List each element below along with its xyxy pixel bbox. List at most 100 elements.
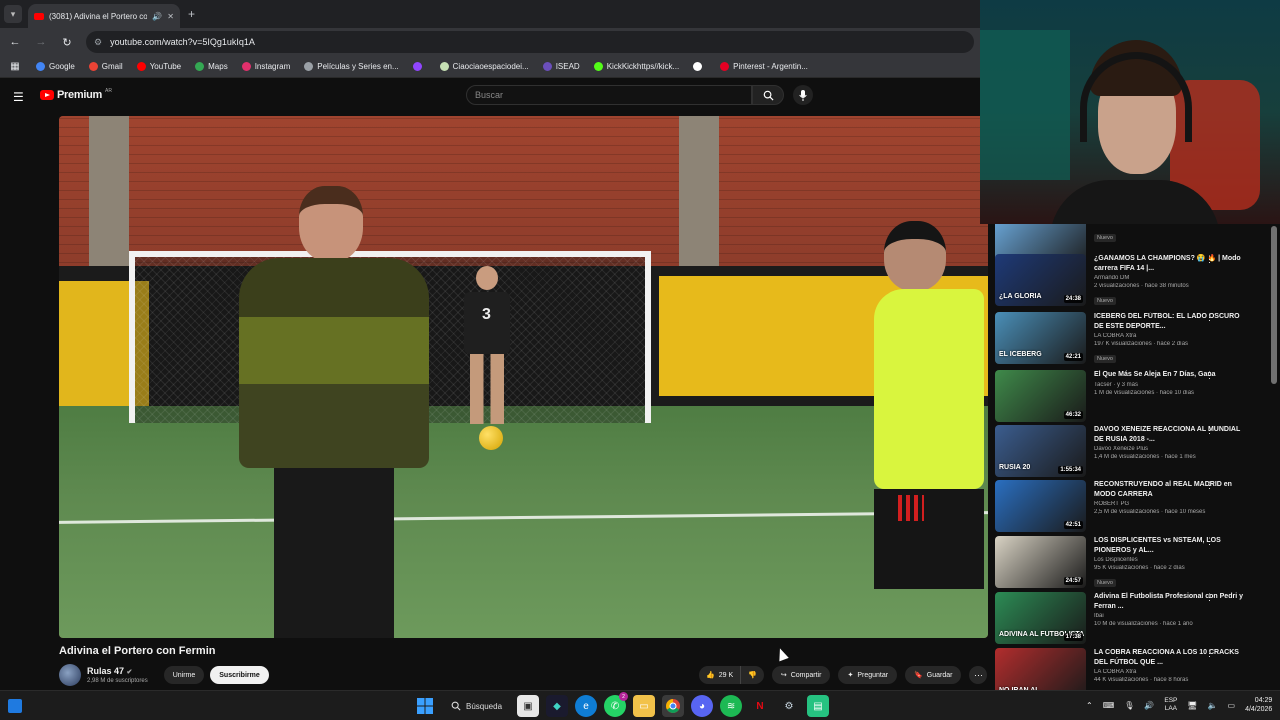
clock[interactable]: 04:29 4/4/2026 — [1245, 696, 1272, 714]
edge-browser-icon[interactable]: e — [575, 695, 598, 717]
bookmark-item[interactable]: Pinterest - Argentin... — [720, 62, 808, 71]
recommendation-title[interactable]: LA COBRA REACCIONA A LOS 10 CRACKS DEL F… — [1094, 648, 1244, 667]
new-tab-button[interactable]: + — [188, 7, 195, 21]
recommendation-item[interactable]: EL ICEBERG 42:21 ICEBERG DEL FÚTBOL: EL LA… — [995, 312, 1265, 364]
forward-arrow-icon[interactable]: → — [34, 36, 48, 48]
bookmark-item[interactable]: KickKickhttps//kick... — [593, 62, 679, 71]
recommendation-title[interactable]: DAVOO XENEIZE REACCIONA AL MUNDIAL DE RU… — [1094, 425, 1244, 444]
kebab-menu-icon[interactable]: ⋮ — [1205, 480, 1214, 491]
kebab-menu-icon[interactable]: ⋮ — [1205, 312, 1214, 323]
channel-avatar[interactable] — [59, 664, 81, 686]
speaker-icon[interactable]: 🔈 — [1208, 701, 1218, 710]
kebab-menu-icon[interactable]: ⋮ — [1205, 648, 1214, 659]
channel-name-row[interactable]: Rulas 47 ✔ — [87, 666, 148, 676]
sidebar-scrollbar[interactable] — [1271, 226, 1277, 686]
steam-icon[interactable]: ⚙ — [778, 695, 800, 717]
network-icon[interactable]: 🖥 — [1187, 701, 1197, 710]
recommendation-channel[interactable]: Ibai — [1094, 613, 1244, 619]
recommendation-title[interactable]: ¿GANAMOS LA CHAMPIONS? 😭 🔥 | Modo carrer… — [1094, 254, 1244, 273]
recommendation-thumbnail[interactable]: NO IRAN AL — [995, 648, 1086, 690]
kebab-menu-icon[interactable]: ⋮ — [1205, 425, 1214, 436]
chevron-up-icon[interactable]: ⌃ — [1086, 701, 1093, 710]
subscribe-button[interactable]: Suscribirme — [210, 666, 269, 684]
microphone-tray-icon[interactable]: 🎙 — [1124, 701, 1134, 710]
share-button[interactable]: ↪ Compartir — [771, 666, 831, 684]
like-button[interactable]: 👍 29 K — [699, 666, 742, 684]
recommendation-channel[interactable]: Tacser · y 3 más — [1094, 382, 1244, 388]
kebab-menu-icon[interactable]: ⋮ — [1205, 254, 1214, 265]
kebab-menu-icon[interactable]: ⋮ — [1205, 592, 1214, 603]
youtube-premium-logo[interactable]: Premium AR — [40, 88, 112, 101]
recommendation-title[interactable]: LOS DISPLICENTES vs NSTEAM, LOS PIONEROS… — [1094, 536, 1244, 555]
bookmark-item[interactable]: Películas y Series en... — [304, 62, 399, 71]
recommendation-thumbnail[interactable]: ADIVINA AL FUTBOLISTA 17:38 — [995, 592, 1086, 644]
recommendation-channel[interactable]: LA COBRA Xtra — [1094, 333, 1244, 339]
bookmark-item[interactable]: ISEAD — [542, 62, 580, 71]
recommendation-channel[interactable]: ROBERT PG — [1094, 501, 1244, 507]
url-input[interactable]: ⚙ youtube.com/watch?v=5IQg1ukIq1A — [86, 31, 974, 53]
file-explorer-icon[interactable]: ▭ — [633, 695, 656, 717]
whatsapp-icon[interactable]: ✆ 2 — [604, 692, 629, 717]
more-actions-icon[interactable]: ⋯ — [969, 666, 988, 684]
language-indicator[interactable]: ESP LAA — [1164, 697, 1177, 713]
recommendation-thumbnail[interactable]: 24:57 — [995, 536, 1086, 588]
recommendation-item[interactable]: 42:51 RECONSTRUYENDO al REAL MADRID en MO… — [995, 480, 1265, 532]
bookmark-item[interactable]: Ciaociaoespaciodei... — [439, 62, 529, 71]
terminal-app-icon[interactable]: ◆ — [546, 695, 569, 717]
tab-search-button[interactable]: ▾ — [4, 5, 22, 23]
search-input[interactable]: Buscar — [466, 85, 752, 105]
recommendation-item[interactable]: 24:57 LOS DISPLICENTES vs NSTEAM, LOS PIO… — [995, 536, 1265, 588]
reload-icon[interactable]: ↻ — [60, 36, 74, 49]
dislike-button[interactable]: 👎 — [741, 671, 764, 679]
bookmark-item[interactable]: Maps — [195, 62, 228, 71]
bookmark-item[interactable] — [693, 62, 706, 71]
battery-icon[interactable]: ▭ — [1228, 701, 1236, 710]
store-icon[interactable]: ▣ — [517, 695, 540, 717]
recommendation-title[interactable]: ICEBERG DEL FÚTBOL: EL LADO OSCURO DE ES… — [1094, 312, 1244, 331]
recommendation-channel[interactable]: Los Displicentes — [1094, 557, 1244, 563]
ask-button[interactable]: ✦ Preguntar — [838, 666, 898, 684]
bookmark-item[interactable]: YouTube — [136, 62, 181, 71]
recommendation-item[interactable]: ¿LA GLORIA 24:38 ¿GANAMOS LA CHAMPIONS? 😭 … — [995, 254, 1265, 306]
recommendation-item[interactable]: RUSIA 20 1:55:34 DAVOO XENEIZE REACCIONA A… — [995, 425, 1265, 477]
hamburger-menu-icon[interactable]: ☰ — [13, 90, 24, 104]
join-button[interactable]: Unirme — [163, 666, 205, 684]
bookmark-item[interactable]: Google — [36, 62, 75, 71]
close-tab-icon[interactable]: ✕ — [167, 12, 174, 21]
recommendation-thumbnail[interactable]: EL ICEBERG 42:21 — [995, 312, 1086, 364]
recommendation-thumbnail[interactable]: 42:51 — [995, 480, 1086, 532]
save-button[interactable]: 🔖 Guardar — [905, 666, 962, 684]
recommendation-title[interactable]: El Que Más Se Aleja En 7 Días, Gana — [1094, 370, 1244, 380]
bookmark-item[interactable] — [412, 62, 426, 71]
chrome-icon[interactable] — [662, 695, 685, 717]
recommendation-thumbnail[interactable]: 46:32 — [995, 370, 1086, 422]
search-button[interactable] — [752, 85, 784, 105]
spotify-icon[interactable]: ≋ — [720, 695, 743, 717]
apps-grid-icon[interactable]: ▦ — [8, 61, 22, 72]
volume-icon[interactable]: 🔊 — [1144, 701, 1154, 710]
voice-search-button[interactable] — [793, 85, 813, 105]
kebab-menu-icon[interactable]: ⋮ — [1205, 536, 1214, 547]
speaker-icon[interactable]: 🔊 — [152, 12, 162, 21]
netflix-icon[interactable]: N — [749, 695, 771, 717]
kebab-menu-icon[interactable]: ⋮ — [1205, 370, 1214, 381]
recommendation-thumbnail[interactable]: ¿LA GLORIA 24:38 — [995, 254, 1086, 306]
recommendation-item[interactable]: 46:32 El Que Más Se Aleja En 7 Días, Gana… — [995, 370, 1265, 422]
browser-tab-active[interactable]: (3081) Adivina el Portero co 🔊 ✕ — [28, 4, 180, 28]
taskbar-search[interactable]: Búsqueda — [443, 695, 510, 717]
discord-icon[interactable]: ◕ — [691, 695, 714, 717]
recommendation-thumbnail[interactable]: RUSIA 20 1:55:34 — [995, 425, 1086, 477]
site-info-icon[interactable]: ⚙ — [94, 37, 102, 48]
recommendation-title[interactable]: RECONSTRUYENDO al REAL MADRID en MODO CA… — [1094, 480, 1244, 499]
recommendation-channel[interactable]: LA COBRA Xtra — [1094, 669, 1244, 675]
windows-start-icon[interactable] — [414, 695, 436, 717]
bookmark-item[interactable]: Instagram — [241, 62, 290, 71]
back-arrow-icon[interactable]: ← — [8, 36, 22, 48]
recommendation-channel[interactable]: Armando DM — [1094, 275, 1244, 281]
taskbar-widget-icon[interactable] — [8, 699, 22, 713]
recommendation-item[interactable]: ADIVINA AL FUTBOLISTA 17:38 Adivina El Fut… — [995, 592, 1265, 644]
recommendation-title[interactable]: Adivina El Futbolista Profesional con Pe… — [1094, 592, 1244, 611]
recommendation-item[interactable]: NO IRAN AL LA COBRA REACCIONA A LOS 10 CR… — [995, 648, 1265, 690]
video-player[interactable]: 3 — [59, 116, 988, 638]
recommendation-channel[interactable]: Davoo Xeneize Plus — [1094, 446, 1244, 452]
